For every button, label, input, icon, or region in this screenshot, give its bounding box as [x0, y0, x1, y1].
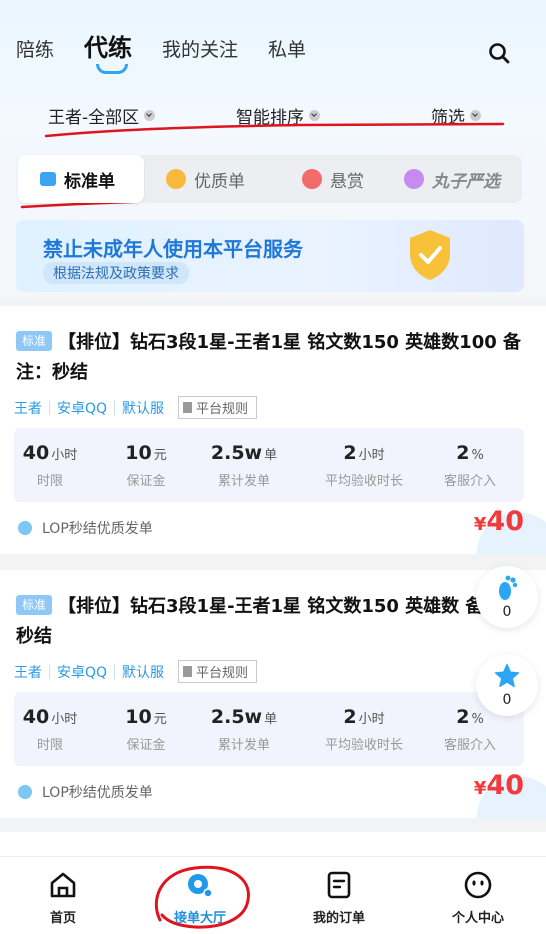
red-annotation-circle — [154, 865, 250, 929]
tab-private-order[interactable]: 私单 — [268, 41, 306, 60]
tab-following[interactable]: 我的关注 — [162, 41, 238, 60]
tab-peilian[interactable]: 陪练 — [16, 41, 54, 60]
order-meta: 王者 安卓QQ 默认服 平台规则 — [14, 660, 258, 683]
top-tabs: 陪练 代练 我的关注 私单 — [16, 36, 336, 74]
search-icon[interactable] — [488, 42, 510, 64]
stat-avg-accept: 2 小时 平均验收时长 — [324, 706, 403, 753]
issuer: LOP秒结优质发单 — [18, 518, 153, 538]
stat-deposit: 10 元保证金 — [125, 442, 167, 489]
meta-server: 默认服 — [122, 400, 165, 417]
document-icon — [183, 666, 193, 677]
segment-selected[interactable]: 丸子严选 — [404, 155, 500, 203]
meta-game: 王者 — [14, 664, 42, 681]
stat-time-limit: 40 小时 时限 — [22, 706, 78, 753]
segment-premium[interactable]: 优质单 — [166, 155, 245, 203]
meta-platform: 安卓QQ — [57, 664, 108, 681]
footprint-count: 0 — [502, 604, 512, 620]
home-icon — [50, 872, 76, 898]
stat-deposit: 10 元保证金 — [125, 706, 167, 753]
order-stats: 40 小时 时限 10 元保证金 2.5w 单累计发单 2 小时 平均验收时长 2% 客服介入 — [14, 692, 524, 766]
meta-platform: 安卓QQ — [57, 400, 108, 417]
star-icon — [494, 663, 520, 688]
minor-warning-banner[interactable]: 禁止未成年人使用本平台服务 根据法规及政策要求 — [16, 220, 524, 292]
order-stats: 40 小时 时限 10 元保证金 2.5w 单累计发单 2 小时 平均验收时长 2% 客服介入 — [14, 428, 524, 502]
issuer: LOP秒结优质发单 — [18, 782, 153, 802]
segment-selected-label: 丸子严选 — [432, 171, 500, 192]
bottom-nav: 首页 接单大厅 我的订单 个人中心 — [0, 856, 546, 934]
order-badge: 标准 — [16, 595, 53, 615]
nav-my-orders-label: 我的订单 — [312, 911, 365, 926]
stat-total-orders: 2.5w 单累计发单 — [210, 706, 278, 753]
stat-avg-accept: 2 小时 平均验收时长 — [324, 442, 403, 489]
segment-standard[interactable]: 标准单 — [18, 155, 144, 203]
segment-premium-label: 优质单 — [194, 171, 245, 192]
orders-icon — [327, 871, 351, 899]
shield-icon — [410, 230, 450, 280]
order-card[interactable]: 标准 【排位】钻石3段1星-王者1星 铭文数150 英雄数100 备注：秒结 王者… — [0, 306, 546, 554]
order-price: ¥40 — [473, 506, 524, 537]
order-badge: 标准 — [16, 331, 53, 351]
tab-dailian[interactable]: 代练 — [84, 36, 132, 74]
nav-home[interactable]: 首页 — [13, 869, 113, 926]
banner-title: 禁止未成年人使用本平台服务 — [43, 237, 303, 261]
segment-bounty-label: 悬赏 — [330, 171, 364, 192]
wanzi-icon — [404, 169, 424, 189]
platform-rules-button[interactable]: 平台规则 — [178, 396, 258, 419]
meta-server: 默认服 — [122, 664, 165, 681]
order-card[interactable]: 标准 【排位】钻石3段1星-王者1星 铭文数150 英雄数 备注：秒结 王者 安卓… — [0, 570, 546, 818]
issuer-avatar-icon — [18, 785, 32, 799]
favorites-button[interactable]: 0 — [476, 654, 538, 716]
meta-game: 王者 — [14, 400, 42, 417]
order-price: ¥40 — [473, 770, 524, 801]
star-count: 0 — [502, 692, 512, 708]
bounty-icon — [302, 169, 322, 189]
nav-my-orders[interactable]: 我的订单 — [289, 869, 389, 926]
document-icon — [183, 402, 193, 413]
nav-profile-label: 个人中心 — [451, 911, 504, 926]
issuer-avatar-icon — [18, 521, 32, 535]
order-title-text: 【排位】钻石3段1星-王者1星 铭文数150 英雄数 备注：秒结 — [16, 596, 520, 647]
nav-profile[interactable]: 个人中心 — [428, 869, 528, 926]
profile-icon — [464, 871, 492, 899]
rule-label: 平台规则 — [196, 666, 249, 681]
stat-total-orders: 2.5w 单累计发单 — [210, 442, 278, 489]
order-type-segments: 标准单 优质单 悬赏 丸子严选 — [18, 155, 522, 203]
nav-home-label: 首页 — [49, 911, 76, 926]
diamond-icon — [40, 172, 56, 186]
footprint-icon — [499, 575, 518, 600]
segment-standard-label: 标准单 — [64, 171, 115, 192]
order-meta: 王者 安卓QQ 默认服 平台规则 — [14, 396, 258, 419]
stat-time-limit: 40 小时 时限 — [22, 442, 78, 489]
order-title-text: 【排位】钻石3段1星-王者1星 铭文数150 英雄数100 备注：秒结 — [16, 332, 522, 383]
platform-rules-button[interactable]: 平台规则 — [178, 660, 258, 683]
segment-bounty[interactable]: 悬赏 — [302, 155, 364, 203]
order-title: 标准 【排位】钻石3段1星-王者1星 铭文数150 英雄数 备注：秒结 — [16, 592, 526, 652]
premium-icon — [166, 169, 186, 189]
banner-subtitle: 根据法规及政策要求 — [43, 262, 189, 284]
order-title: 标准 【排位】钻石3段1星-王者1星 铭文数150 英雄数100 备注：秒结 — [16, 328, 526, 388]
footprint-button[interactable]: 0 — [476, 566, 538, 628]
stat-support-rate: 2% 客服介入 — [443, 442, 496, 489]
rule-label: 平台规则 — [196, 402, 249, 417]
